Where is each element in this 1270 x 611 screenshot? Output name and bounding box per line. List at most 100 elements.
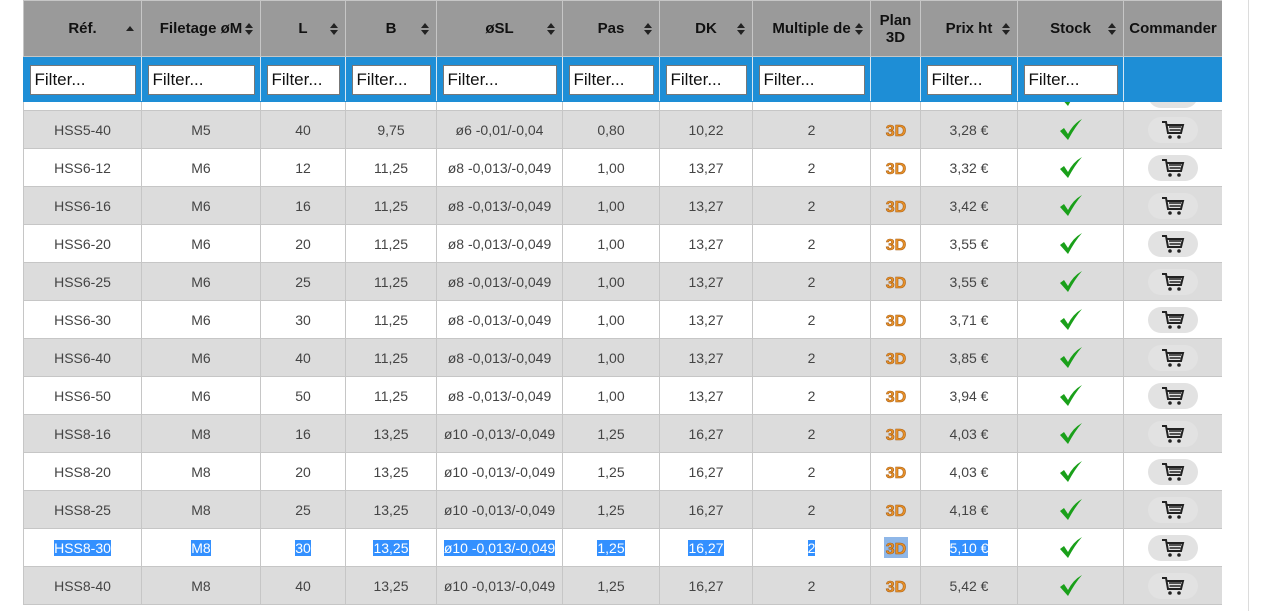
filter-input[interactable] bbox=[442, 65, 557, 95]
sort-icon[interactable] bbox=[855, 22, 863, 36]
cell-text: 1,00 bbox=[597, 387, 625, 404]
table-cell-commander bbox=[1123, 338, 1222, 377]
filter-input[interactable] bbox=[758, 65, 865, 95]
cell-text: HSS8-20 bbox=[54, 463, 111, 480]
add-to-cart-button[interactable] bbox=[1148, 458, 1198, 485]
plan-3d-icon[interactable]: 3D bbox=[885, 463, 907, 480]
add-to-cart-button[interactable] bbox=[1148, 192, 1198, 219]
in-stock-check-icon bbox=[1058, 460, 1084, 484]
cell-text: ø8 -0,013/-0,049 bbox=[447, 311, 552, 328]
cell-text: 13,27 bbox=[688, 197, 724, 214]
table-cell-filetage: M8 bbox=[141, 414, 261, 453]
table-cell-plan3d: 3D bbox=[870, 224, 921, 263]
filter-cell bbox=[562, 56, 660, 102]
column-header[interactable]: Réf. bbox=[23, 0, 142, 57]
plan-3d-icon[interactable]: 3D bbox=[885, 197, 907, 215]
plan-3d-icon[interactable]: 3D bbox=[885, 159, 907, 176]
column-header[interactable]: L bbox=[260, 0, 346, 57]
table-cell-stock bbox=[1017, 186, 1124, 225]
plan-3d-icon[interactable]: 3D bbox=[885, 121, 907, 138]
cell-text: HSS6-30 bbox=[54, 311, 111, 328]
add-to-cart-button[interactable] bbox=[1148, 306, 1198, 333]
cell-text: M8 bbox=[191, 463, 211, 480]
column-header[interactable]: Filetage øM bbox=[141, 0, 261, 57]
plan-3d-icon[interactable]: 3D bbox=[885, 311, 907, 328]
table-cell-commander bbox=[1123, 566, 1222, 605]
cell-text: 1,25 bbox=[597, 577, 625, 594]
sort-icon[interactable] bbox=[547, 22, 555, 36]
add-to-cart-button[interactable] bbox=[1148, 534, 1198, 561]
table-cell-multiple: 2 bbox=[752, 148, 871, 187]
cell-text: 1,00 bbox=[597, 273, 625, 290]
table-cell-plan3d: 3D bbox=[870, 452, 921, 491]
column-header[interactable]: Stock bbox=[1017, 0, 1124, 57]
plan-3d-icon[interactable]: 3D bbox=[885, 235, 907, 252]
table-cell-commander bbox=[1123, 186, 1222, 225]
table-cell-filetage: M6 bbox=[141, 376, 261, 415]
sort-icon[interactable] bbox=[737, 22, 745, 36]
filter-input[interactable] bbox=[1023, 65, 1118, 95]
sort-icon[interactable] bbox=[1108, 22, 1116, 36]
add-to-cart-button[interactable] bbox=[1148, 344, 1198, 371]
filter-input[interactable] bbox=[351, 65, 431, 95]
table-cell-b: 13,25 bbox=[345, 414, 437, 453]
plan-3d-icon[interactable]: 3D bbox=[885, 349, 907, 366]
column-header-label: Réf. bbox=[68, 20, 97, 37]
plan-3d-icon[interactable]: 3D bbox=[885, 539, 907, 556]
table-cell-prix: 3,85 € bbox=[920, 338, 1018, 377]
cell-text: 4,18 € bbox=[949, 501, 989, 518]
table-cell-pas: 0,80 bbox=[562, 110, 660, 149]
table-cell-osl: ø10 -0,013/-0,049 bbox=[436, 490, 563, 529]
cell-text: 25 bbox=[295, 501, 311, 518]
filter-input[interactable] bbox=[266, 65, 340, 95]
cell-text: 16 bbox=[295, 197, 311, 214]
table-cell-stock bbox=[1017, 566, 1124, 605]
column-header[interactable]: Prix ht bbox=[920, 0, 1018, 57]
product-table: Réf. Filetage øM L BøSL Pas DK Multiple de Plan… bbox=[23, 0, 1222, 605]
add-to-cart-button[interactable] bbox=[1148, 420, 1198, 447]
filter-input[interactable] bbox=[568, 65, 654, 95]
plan-3d-icon[interactable]: 3D bbox=[885, 501, 907, 518]
add-to-cart-button[interactable] bbox=[1148, 572, 1198, 599]
svg-text:3D: 3D bbox=[885, 199, 905, 215]
filter-input[interactable] bbox=[29, 65, 136, 95]
add-to-cart-button[interactable] bbox=[1148, 382, 1198, 409]
add-to-cart-button[interactable] bbox=[1148, 154, 1198, 181]
plan-3d-icon[interactable]: 3D bbox=[885, 273, 907, 290]
column-header[interactable]: øSL bbox=[436, 0, 563, 57]
table-row: HSS8-25 M8 25 13,25 ø10 -0,013/-0,049 1,25 16,… bbox=[23, 490, 1222, 529]
column-header[interactable]: Pas bbox=[562, 0, 660, 57]
add-to-cart-button[interactable] bbox=[1148, 116, 1198, 143]
filter-input[interactable] bbox=[147, 65, 255, 95]
table-cell-stock bbox=[1017, 338, 1124, 377]
table-cell-b: 13,25 bbox=[345, 452, 437, 491]
plan-3d-icon[interactable]: 3D bbox=[885, 387, 907, 404]
table-cell-multiple: 2 bbox=[752, 262, 871, 301]
filter-cell bbox=[752, 56, 871, 102]
table-cell-multiple: 2 bbox=[752, 300, 871, 339]
column-header-label: DK bbox=[695, 20, 717, 37]
add-to-cart-button[interactable] bbox=[1148, 230, 1198, 257]
sort-icon[interactable] bbox=[245, 22, 253, 36]
sort-icon[interactable] bbox=[421, 22, 429, 36]
cell-text: 13,27 bbox=[688, 159, 724, 176]
table-cell-commander bbox=[1123, 300, 1222, 339]
column-header[interactable]: B bbox=[345, 0, 437, 57]
add-to-cart-button[interactable] bbox=[1148, 496, 1198, 523]
plan-3d-icon[interactable]: 3D bbox=[885, 577, 907, 594]
sort-icon[interactable] bbox=[644, 22, 652, 36]
cell-text: ø8 -0,013/-0,049 bbox=[447, 235, 552, 252]
table-cell-multiple: 2 bbox=[752, 376, 871, 415]
column-header[interactable]: Multiple de bbox=[752, 0, 871, 57]
plan-3d-icon[interactable]: 3D bbox=[885, 425, 907, 442]
cell-text: 12 bbox=[295, 159, 311, 176]
column-header[interactable]: DK bbox=[659, 0, 753, 57]
add-to-cart-button[interactable] bbox=[1148, 268, 1198, 295]
filter-input[interactable] bbox=[665, 65, 747, 95]
sort-icon[interactable] bbox=[330, 22, 338, 36]
sort-asc-icon[interactable] bbox=[126, 22, 134, 36]
filter-input[interactable] bbox=[926, 65, 1012, 95]
sort-icon[interactable] bbox=[1002, 22, 1010, 36]
cell-text: 13,27 bbox=[688, 235, 724, 252]
page-divider bbox=[1248, 0, 1249, 611]
